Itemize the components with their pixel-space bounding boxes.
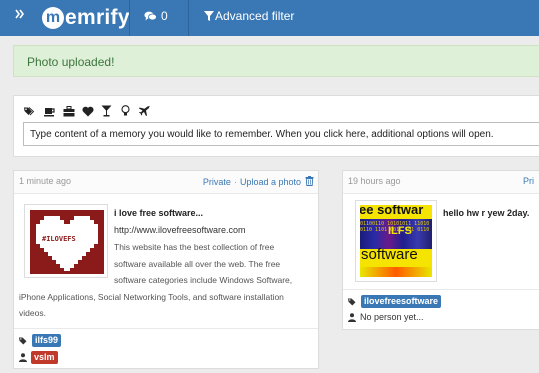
ilovefreesoftware-image: ee softwar 01100110 10101011 11010 0110 …	[360, 205, 432, 277]
memory-thumbnail[interactable]: ee softwar 01100110 10101011 11010 0110 …	[355, 200, 437, 282]
messages-count: 0	[161, 9, 168, 23]
thumbnail-text-top: ee softwar	[360, 205, 424, 217]
plane-icon[interactable]	[136, 104, 153, 118]
memory-input[interactable]	[23, 122, 539, 146]
memory-title: hello hw r yew 2day.	[443, 208, 530, 218]
messages-button[interactable]: 0	[144, 9, 168, 23]
no-person-text: No person yet...	[360, 312, 424, 322]
privacy-link[interactable]: Pri	[523, 176, 534, 186]
success-alert: Photo uploaded!	[13, 45, 539, 77]
memory-composer	[13, 95, 539, 157]
double-chevron-right-icon[interactable]	[13, 7, 27, 23]
tag-label[interactable]: ilfs99	[32, 334, 62, 347]
card-actions: Pri	[523, 176, 534, 186]
memory-tags: ilfs99	[19, 334, 62, 347]
glass-icon[interactable]	[98, 104, 115, 118]
ilfs-heart-image: #ILOVEFS	[30, 210, 104, 274]
memory-timestamp: 1 minute ago	[19, 176, 72, 186]
brand-initial: m	[42, 7, 64, 29]
upload-photo-link[interactable]: Upload a photo	[240, 177, 301, 187]
heart-icon[interactable]	[79, 104, 96, 118]
card-footer: ilfs99 vslm	[14, 328, 318, 370]
tags-icon[interactable]	[23, 104, 35, 118]
trash-icon[interactable]	[305, 176, 314, 188]
card-footer: ilovefreesoftware No person yet...	[343, 289, 539, 331]
person-label[interactable]: vslm	[31, 351, 58, 364]
memory-description-line: software available all over the web. The…	[114, 258, 281, 269]
thumbnail-text-mid: ILFS	[388, 225, 412, 237]
memory-thumbnail[interactable]: #ILOVEFS	[24, 204, 108, 278]
nav-divider	[188, 0, 189, 36]
card-actions: Private · Upload a photo	[203, 176, 314, 188]
nav-divider	[129, 0, 130, 36]
briefcase-icon[interactable]	[60, 104, 77, 118]
user-icon	[19, 353, 27, 362]
memory-card: 1 minute ago Private · Upload a photo #I…	[13, 170, 319, 369]
card-header: 1 minute ago Private · Upload a photo	[14, 171, 318, 194]
coffee-icon[interactable]	[41, 104, 58, 118]
memory-title: i love free software...	[114, 208, 204, 218]
thumbnail-caption: #ILOVEFS	[42, 235, 76, 243]
advanced-filter-label: Advanced filter	[215, 9, 295, 23]
filter-icon	[204, 11, 214, 21]
memory-people: No person yet...	[348, 312, 424, 322]
alert-text: Photo uploaded!	[27, 55, 115, 69]
memory-url[interactable]: http://www.ilovefreesoftware.com	[114, 225, 246, 235]
brand-name: emrify	[65, 6, 130, 29]
tag-icon	[19, 337, 27, 344]
tag-label[interactable]: ilovefreesoftware	[361, 295, 442, 308]
category-icons	[23, 104, 155, 118]
brand-logo[interactable]: m emrify	[42, 5, 130, 31]
lightbulb-icon[interactable]	[117, 104, 134, 118]
tag-icon	[348, 298, 356, 305]
memory-timestamp: 19 hours ago	[348, 176, 401, 186]
privacy-link[interactable]: Private	[203, 177, 231, 187]
memory-people: vslm	[19, 351, 58, 364]
memory-tags: ilovefreesoftware	[348, 295, 442, 308]
memory-description-line: iPhone Applications, Social Networking T…	[19, 291, 284, 302]
comments-icon	[144, 11, 157, 20]
top-navbar: m emrify 0 Advanced filter	[0, 0, 539, 36]
memory-description-line: software categories include Windows Soft…	[114, 275, 293, 285]
card-header: 19 hours ago Pri	[343, 171, 539, 194]
user-icon	[348, 312, 356, 322]
memory-description-line: videos.	[19, 308, 46, 318]
memory-description-line: This website has the best collection of …	[114, 242, 275, 252]
thumbnail-text-bottom: software	[361, 246, 418, 263]
advanced-filter-button[interactable]: Advanced filter	[204, 9, 294, 23]
memory-card: 19 hours ago Pri ee softwar 01100110 101…	[342, 170, 539, 330]
